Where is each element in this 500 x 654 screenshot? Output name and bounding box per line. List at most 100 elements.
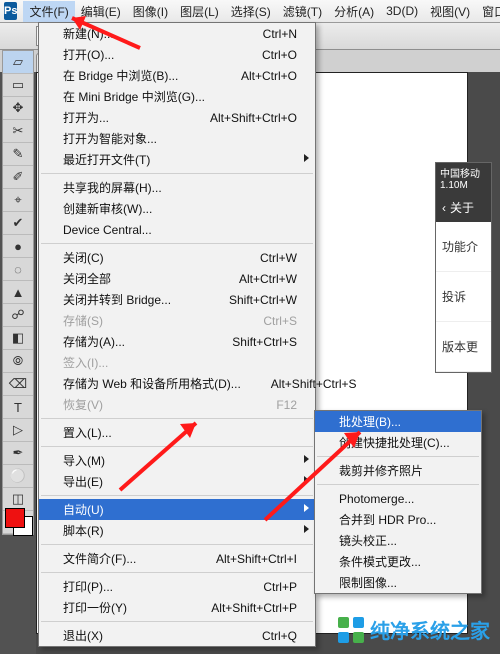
phone-item[interactable]: 功能介	[436, 222, 491, 272]
tool-clone[interactable]: ✔	[3, 212, 33, 235]
menu-view[interactable]: 视图(V)	[424, 1, 476, 22]
menu-item: 恢复(V)F12	[39, 394, 315, 415]
menu-item-label: 退出(X)	[63, 627, 232, 644]
tool-3d[interactable]: ⚪	[3, 465, 33, 488]
phone-item[interactable]: 版本更	[436, 322, 491, 372]
menu-item-label: 裁剪并修齐照片	[339, 462, 463, 479]
phone-title: 关于	[450, 199, 474, 216]
menu-item[interactable]: 条件模式更改...	[315, 551, 481, 572]
auto-submenu: 批处理(B)... 创建快捷批处理(C)... 裁剪并修齐照片 Photomerge.…	[314, 410, 482, 594]
menu-item-label: 导入(M)	[63, 452, 297, 469]
menu-separator	[41, 572, 313, 573]
menu-item[interactable]: 打开为...Alt+Shift+Ctrl+O	[39, 107, 315, 128]
menu-item-label: 文件简介(F)...	[63, 550, 186, 567]
tool-brush[interactable]: ⌖	[3, 189, 33, 212]
menu-item[interactable]: 在 Bridge 中浏览(B)... Alt+Ctrl+O	[39, 65, 315, 86]
menu-item-shortcut: Shift+Ctrl+W	[229, 293, 297, 307]
menu-item-label: 在 Bridge 中浏览(B)...	[63, 67, 211, 84]
menu-item[interactable]: 关闭并转到 Bridge... Shift+Ctrl+W	[39, 289, 315, 310]
menu-edit[interactable]: 编辑(E)	[75, 1, 127, 22]
menu-item[interactable]: 文件简介(F)...Alt+Shift+Ctrl+I	[39, 548, 315, 569]
back-icon[interactable]: ‹	[442, 201, 446, 215]
menu-file[interactable]: 文件(F)	[23, 1, 74, 22]
menu-item[interactable]: 裁剪并修齐照片	[315, 460, 481, 481]
menu-item-shortcut: Ctrl+N	[263, 27, 297, 41]
menu-item[interactable]: 导入(M)	[39, 450, 315, 471]
menu-item-label: 脚本(R)	[63, 522, 297, 539]
menu-item-label: Photomerge...	[339, 492, 463, 506]
menu-item-label: 存储为 Web 和设备所用格式(D)...	[63, 375, 241, 392]
menu-separator	[317, 456, 479, 457]
menu-select[interactable]: 选择(S)	[225, 1, 277, 22]
menu-3d[interactable]: 3D(D)	[380, 2, 424, 20]
menu-item-label: 批处理(B)...	[339, 413, 463, 430]
menu-item[interactable]: 关闭(C)Ctrl+W	[39, 247, 315, 268]
menu-item-label: 最近打开文件(T)	[63, 151, 297, 168]
color-swatches[interactable]	[2, 505, 32, 537]
menu-item[interactable]: 关闭全部Alt+Ctrl+W	[39, 268, 315, 289]
menu-item-shortcut: Alt+Ctrl+W	[239, 272, 297, 286]
menu-item[interactable]: 新建(N)...Ctrl+N	[39, 23, 315, 44]
menu-item[interactable]: 脚本(R)	[39, 520, 315, 541]
menu-item[interactable]: 创建快捷批处理(C)...	[315, 432, 481, 453]
menu-item-label: 关闭并转到 Bridge...	[63, 291, 199, 308]
menu-item-shortcut: Alt+Ctrl+O	[241, 69, 297, 83]
tool-eraser[interactable]: ◌	[3, 258, 33, 281]
menu-item-label: 打开为...	[63, 109, 180, 126]
menu-item[interactable]: 存储为 Web 和设备所用格式(D)...Alt+Shift+Ctrl+S	[39, 373, 315, 394]
menu-item-label: 合并到 HDR Pro...	[339, 511, 463, 528]
menu-item[interactable]: 最近打开文件(T)	[39, 149, 315, 170]
tool-shape[interactable]: ✒	[3, 442, 33, 465]
menu-item[interactable]: 创建新审核(W)...	[39, 198, 315, 219]
tool-crop[interactable]: ✂	[3, 120, 33, 143]
phone-header: ‹ 关于	[436, 193, 491, 222]
menu-item[interactable]: 限制图像...	[315, 572, 481, 593]
tool-dodge[interactable]: ◧	[3, 327, 33, 350]
tool-lasso[interactable]: ✥	[3, 97, 33, 120]
tool-pen[interactable]: ⦾	[3, 350, 33, 373]
tool-blur[interactable]: ☍	[3, 304, 33, 327]
menu-item-label: 打印一份(Y)	[63, 599, 181, 616]
menu-window[interactable]: 窗口(W)	[476, 1, 500, 22]
menu-separator	[41, 621, 313, 622]
menu-item[interactable]: 打印一份(Y) Alt+Shift+Ctrl+P	[39, 597, 315, 618]
tool-gradient[interactable]: ▲	[3, 281, 33, 304]
menu-analysis[interactable]: 分析(A)	[328, 1, 380, 22]
tool-path[interactable]: ▷	[3, 419, 33, 442]
menu-item[interactable]: 存储为(A)...Shift+Ctrl+S	[39, 331, 315, 352]
phone-item[interactable]: 投诉	[436, 272, 491, 322]
menu-item[interactable]: 打印(P)...Ctrl+P	[39, 576, 315, 597]
menu-separator	[41, 173, 313, 174]
menu-image[interactable]: 图像(I)	[127, 1, 174, 22]
menu-filter[interactable]: 滤镜(T)	[277, 1, 328, 22]
tool-eyedropper[interactable]: ✎	[3, 143, 33, 166]
app-logo: Ps	[4, 2, 17, 20]
tool-marquee[interactable]: ▭	[3, 74, 33, 97]
menu-item[interactable]: 合并到 HDR Pro...	[315, 509, 481, 530]
tool-move[interactable]: ▱	[3, 51, 33, 74]
menu-item[interactable]: 打开为智能对象...	[39, 128, 315, 149]
menu-item[interactable]: 自动(U)	[39, 499, 315, 520]
tool-text[interactable]: T	[3, 396, 33, 419]
tool-type[interactable]: ⌫	[3, 373, 33, 396]
menu-item[interactable]: 批处理(B)...	[315, 411, 481, 432]
menu-item-label: 存储为(A)...	[63, 333, 202, 350]
menu-item[interactable]: 导出(E)	[39, 471, 315, 492]
menu-item[interactable]: 镜头校正...	[315, 530, 481, 551]
menu-item-label: 自动(U)	[63, 501, 297, 518]
menu-item[interactable]: 在 Mini Bridge 中浏览(G)...	[39, 86, 315, 107]
menu-item-shortcut: Alt+Shift+Ctrl+P	[211, 601, 297, 615]
menu-item-shortcut: Ctrl+P	[263, 580, 297, 594]
menu-item[interactable]: 打开(O)...Ctrl+O	[39, 44, 315, 65]
menu-item[interactable]: Photomerge...	[315, 488, 481, 509]
fg-color-icon[interactable]	[5, 508, 25, 528]
tool-spot-heal[interactable]: ✐	[3, 166, 33, 189]
menu-item[interactable]: 退出(X)Ctrl+Q	[39, 625, 315, 646]
menu-item[interactable]: 置入(L)...	[39, 422, 315, 443]
menu-item-label: 镜头校正...	[339, 532, 463, 549]
menu-item[interactable]: 共享我的屏幕(H)...	[39, 177, 315, 198]
menu-item[interactable]: Device Central...	[39, 219, 315, 240]
tool-history-brush[interactable]: ●	[3, 235, 33, 258]
menu-layer[interactable]: 图层(L)	[174, 1, 225, 22]
watermark-text: 纯净系统之家	[370, 615, 490, 644]
